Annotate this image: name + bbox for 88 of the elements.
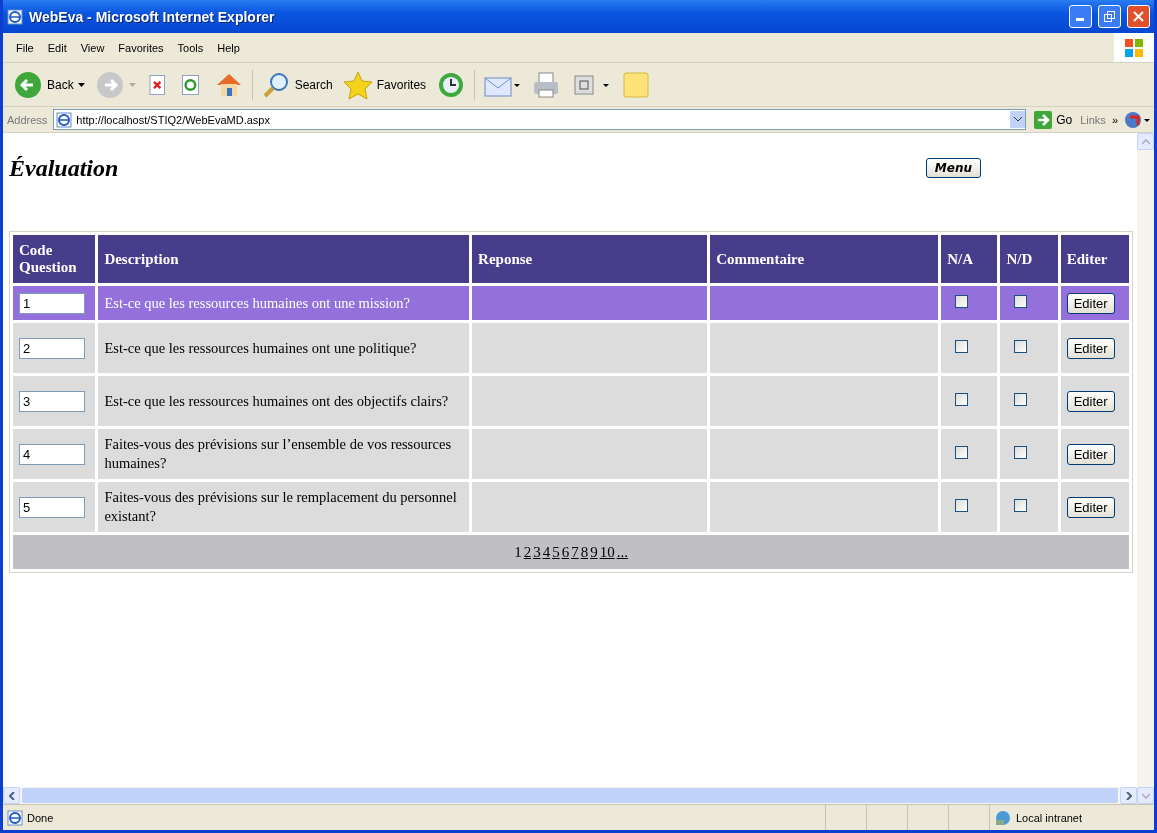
page-link[interactable]: 8 xyxy=(580,543,589,560)
chevron-down-icon[interactable] xyxy=(1013,117,1022,122)
links-label[interactable]: Links xyxy=(1080,113,1106,126)
column-header: Editer xyxy=(1060,235,1129,283)
code-input[interactable]: 2 xyxy=(19,337,85,359)
description-cell: Est-ce que les ressources humaines ont une mission? xyxy=(98,286,470,320)
description-cell: Est-ce que les ressources humaines ont des objectifs clairs? xyxy=(98,376,470,426)
code-input[interactable]: 1 xyxy=(19,292,85,314)
zone-text: Local intranet xyxy=(1016,811,1083,824)
nd-checkbox[interactable] xyxy=(1014,445,1028,459)
menu-item[interactable]: View xyxy=(73,39,112,56)
go-button[interactable]: Go xyxy=(1032,108,1075,131)
page-link[interactable]: 3 xyxy=(533,543,541,560)
scroll-left-button[interactable] xyxy=(3,787,20,804)
column-header: N/A xyxy=(941,235,998,283)
restore-button[interactable] xyxy=(1098,5,1121,28)
edit-button[interactable]: Editer xyxy=(1066,496,1115,518)
menu-item[interactable]: Favorites xyxy=(111,39,171,56)
status-text: Done xyxy=(27,811,55,824)
column-header: Code Question xyxy=(13,235,96,283)
page-heading: Évaluation xyxy=(9,154,120,182)
edit-button[interactable]: Editer xyxy=(1066,390,1115,412)
table-row[interactable]: 3 Est-ce que les ressources humaines ont des objectifs clairs? Editer xyxy=(13,376,1129,426)
toolbar-label[interactable]: Favorites xyxy=(376,77,427,92)
scroll-right-button[interactable] xyxy=(1120,787,1137,804)
address-field[interactable]: http://localhost/STIQ2/WebEvaMD.aspx xyxy=(53,109,1027,130)
close-icon[interactable] xyxy=(1133,11,1144,22)
windows-flag-icon xyxy=(1123,36,1145,59)
menu-item[interactable]: File xyxy=(9,39,41,56)
code-input[interactable]: 3 xyxy=(19,390,85,412)
window-title: WebEva - Microsoft Internet Explorer xyxy=(29,8,276,25)
column-header: Commentaire xyxy=(710,235,939,283)
go-arrow-icon[interactable] xyxy=(1034,110,1053,129)
page-link[interactable]: 6 xyxy=(561,543,570,560)
pdf-icon[interactable] xyxy=(1124,110,1150,129)
chevron-right-icon[interactable] xyxy=(1125,791,1132,800)
star-icon[interactable] xyxy=(342,69,373,100)
toolbar-label[interactable]: Search xyxy=(294,77,333,92)
description-cell: Est-ce que les ressources humaines ont une politique? xyxy=(98,323,470,373)
scrollbar-thumb[interactable] xyxy=(22,788,1118,803)
table-row[interactable]: 2 Est-ce que les ressources humaines ont une politique? Editer xyxy=(13,323,1129,373)
na-checkbox[interactable] xyxy=(955,392,969,406)
toolbar-label[interactable]: Back xyxy=(47,77,74,92)
nd-checkbox[interactable] xyxy=(1014,498,1028,512)
page-link[interactable]: 1 xyxy=(514,543,522,560)
page-link[interactable]: 2 xyxy=(523,543,532,560)
menu-item[interactable]: Tools xyxy=(170,39,211,56)
description-cell: Faites-vous des prévisions sur le remplacement du personnel existant? xyxy=(98,482,470,532)
dropdown-button[interactable] xyxy=(1010,111,1026,128)
na-checkbox[interactable] xyxy=(955,294,969,308)
chevron-left-icon[interactable] xyxy=(8,791,15,800)
nd-checkbox[interactable] xyxy=(1014,294,1028,308)
page-link[interactable]: 7 xyxy=(571,543,579,560)
nd-checkbox[interactable] xyxy=(1014,392,1028,406)
edit-button[interactable]: Editer xyxy=(1066,443,1115,465)
edit-button[interactable]: Editer xyxy=(1066,292,1115,314)
menu-button[interactable]: Menu xyxy=(925,158,981,178)
nd-checkbox[interactable] xyxy=(1014,339,1028,353)
network-icon xyxy=(994,809,1012,826)
ie-icon xyxy=(56,111,73,128)
na-checkbox[interactable] xyxy=(955,445,969,459)
address-label: Address xyxy=(7,113,48,126)
restore-icon[interactable] xyxy=(1104,11,1115,22)
table-row[interactable]: 5 Faites-vous des prévisions sur le remplacement du personnel existant? Editer xyxy=(13,482,1129,532)
code-input[interactable]: 4 xyxy=(19,443,85,465)
page-link[interactable]: 10 xyxy=(599,543,615,560)
caret-icon[interactable] xyxy=(77,82,85,87)
page-link[interactable]: 5 xyxy=(552,543,560,560)
column-header: Description xyxy=(98,235,470,283)
menu-item[interactable]: Edit xyxy=(40,39,74,56)
page-link[interactable]: 9 xyxy=(590,543,598,560)
page-icon xyxy=(7,8,23,25)
table-row[interactable]: 1 Est-ce que les ressources humaines ont une mission? Editer xyxy=(13,286,1129,320)
minimize-button[interactable] xyxy=(1069,5,1092,28)
table-row[interactable]: 4 Faites-vous des prévisions sur l’ensemble de vos ressources humaines? Editer xyxy=(13,429,1129,479)
column-header: N/D xyxy=(1000,235,1058,283)
more-chevron[interactable]: » xyxy=(1111,113,1118,126)
page-link[interactable]: ... xyxy=(616,543,628,560)
code-input[interactable]: 5 xyxy=(19,496,85,518)
na-checkbox[interactable] xyxy=(955,339,969,353)
column-header: Reponse xyxy=(472,235,708,283)
close-button[interactable] xyxy=(1127,5,1150,28)
description-cell: Faites-vous des prévisions sur l’ensemble de vos ressources humaines? xyxy=(98,429,470,479)
page-icon xyxy=(7,809,23,826)
edit-button[interactable]: Editer xyxy=(1066,337,1115,359)
na-checkbox[interactable] xyxy=(955,498,969,512)
page-link[interactable]: 4 xyxy=(542,543,551,560)
menu-item[interactable]: Help xyxy=(210,39,247,56)
